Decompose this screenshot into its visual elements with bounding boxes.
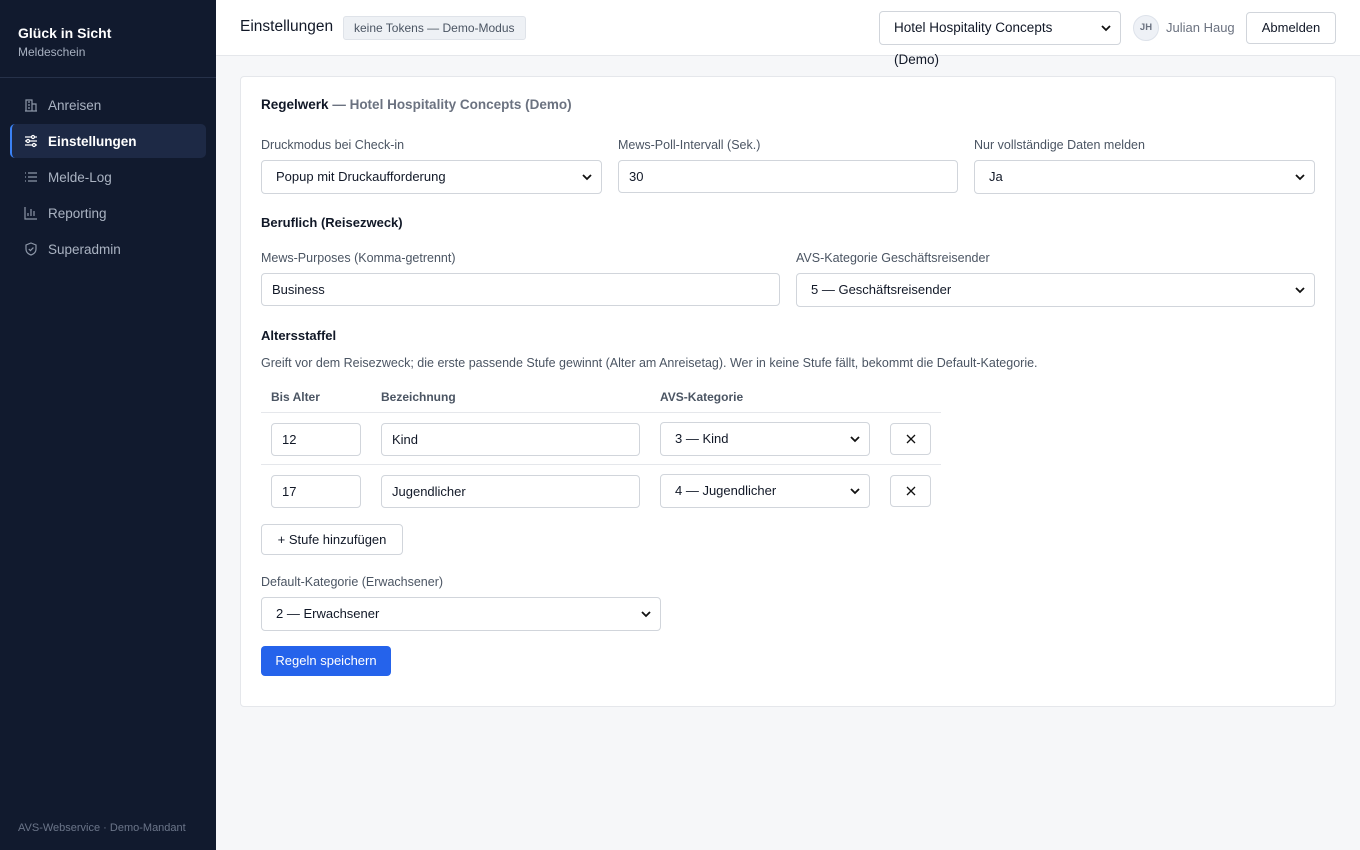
default-category-value: 2 — Erwachsener (276, 606, 380, 621)
sidebar-item-reporting[interactable]: Reporting (10, 196, 206, 230)
sidebar-item-melde-log[interactable]: Melde-Log (10, 160, 206, 194)
remove-row-button[interactable] (890, 423, 931, 455)
purposes-value: Business (272, 282, 325, 297)
age-input[interactable]: 12 (271, 423, 361, 456)
purposes-input[interactable]: Business (261, 273, 780, 306)
rules-card: Regelwerk — Hotel Hospitality Concepts (… (240, 76, 1336, 707)
poll-interval-input[interactable]: 30 (618, 160, 958, 193)
default-category-label: Default-Kategorie (Erwachsener) (261, 575, 444, 589)
column-header-age: Bis Alter (271, 390, 320, 404)
druckmodus-value: Popup mit Druckaufforderung (276, 169, 446, 184)
complete-data-label: Nur vollständige Daten melden (974, 138, 1145, 152)
user-name: Julian Haug (1166, 20, 1235, 35)
name-input[interactable]: Jugendlicher (381, 475, 640, 508)
poll-interval-label: Mews-Poll-Intervall (Sek.) (618, 138, 761, 152)
brand: Glück in Sicht Meldeschein (0, 0, 216, 78)
save-rules-button[interactable]: Regeln speichern (261, 646, 391, 676)
category-select[interactable]: 3 — Kind (660, 422, 870, 456)
sidebar-item-label: Einstellungen (48, 133, 137, 149)
column-header-name: Bezeichnung (381, 390, 456, 404)
brand-title: Glück in Sicht (18, 25, 112, 41)
purposes-label: Mews-Purposes (Komma-getrennt) (261, 251, 456, 265)
sidebar-item-superadmin[interactable]: Superadmin (10, 232, 206, 266)
sidebar-footer: AVS-Webservice · Demo-Mandant (18, 822, 186, 834)
table-divider (261, 412, 941, 413)
poll-interval-value: 30 (629, 169, 644, 184)
list-icon (24, 170, 38, 184)
bar-chart-icon (24, 206, 38, 220)
table-divider (261, 464, 941, 465)
top-header: Einstellungen keine Tokens — Demo-Modus … (216, 0, 1360, 67)
druckmodus-select[interactable]: Popup mit Druckaufforderung (261, 160, 602, 194)
brand-subtitle: Meldeschein (18, 45, 86, 59)
sidebar-item-label: Melde-Log (48, 169, 112, 185)
chevron-down-icon (1295, 287, 1305, 294)
altersstaffel-heading: Altersstaffel (261, 328, 337, 343)
add-tier-button[interactable]: + Stufe hinzufügen (261, 524, 403, 555)
chevron-down-icon (1295, 174, 1305, 181)
chevron-down-icon (850, 488, 860, 495)
shield-icon (24, 242, 38, 256)
business-category-select[interactable]: 5 — Geschäftsreisender (796, 273, 1315, 307)
chevron-down-icon (641, 611, 651, 618)
name-value: Jugendlicher (392, 484, 466, 499)
close-icon (906, 434, 915, 444)
sidebar-nav: Anreisen Einstellungen Melde-Log Reporti… (0, 78, 216, 266)
sidebar-item-label: Anreisen (48, 97, 102, 113)
age-value: 12 (282, 432, 297, 447)
avatar[interactable]: JH (1133, 15, 1159, 41)
sliders-icon (24, 134, 38, 148)
page-title: Einstellungen (240, 18, 334, 35)
sidebar-item-label: Superadmin (48, 241, 121, 257)
business-category-label: AVS-Kategorie Geschäftsreisender (796, 251, 990, 265)
tenant-select-value: Hotel Hospitality Concepts (Demo) (894, 20, 1053, 67)
close-icon (906, 486, 915, 496)
beruflich-heading: Beruflich (Reisezweck) (261, 215, 403, 230)
building-icon (24, 98, 38, 112)
tenant-select[interactable]: Hotel Hospitality Concepts (Demo) (879, 11, 1121, 67)
sidebar-item-einstellungen[interactable]: Einstellungen (10, 124, 206, 158)
default-category-select[interactable]: 2 — Erwachsener (261, 597, 661, 631)
sidebar: Glück in Sicht Meldeschein Anreisen Eins… (0, 0, 216, 850)
business-category-value: 5 — Geschäftsreisender (811, 282, 952, 297)
sidebar-item-anreisen[interactable]: Anreisen (10, 88, 206, 122)
complete-data-select[interactable]: Ja (974, 160, 1315, 194)
chevron-down-icon (850, 436, 860, 443)
card-title-suffix: — Hotel Hospitality Concepts (Demo) (332, 97, 572, 112)
age-value: 17 (282, 484, 297, 499)
category-value: 4 — Jugendlicher (675, 483, 777, 498)
remove-row-button[interactable] (890, 475, 931, 507)
demo-mode-badge: keine Tokens — Demo-Modus (343, 16, 526, 40)
age-input[interactable]: 17 (271, 475, 361, 508)
complete-data-value: Ja (989, 169, 1003, 184)
altersstaffel-help: Greift vor dem Reisezweck; die erste pas… (261, 356, 1038, 370)
chevron-down-icon (1101, 25, 1111, 32)
column-header-category: AVS-Kategorie (660, 390, 744, 404)
name-value: Kind (392, 432, 419, 447)
card-title: Regelwerk — Hotel Hospitality Concepts (… (261, 97, 572, 112)
category-select[interactable]: 4 — Jugendlicher (660, 474, 870, 508)
druckmodus-label: Druckmodus bei Check-in (261, 138, 405, 152)
sidebar-item-label: Reporting (48, 205, 107, 221)
logout-button[interactable]: Abmelden (1246, 12, 1336, 44)
chevron-down-icon (582, 174, 592, 181)
category-value: 3 — Kind (675, 431, 729, 446)
card-title-main: Regelwerk (261, 97, 329, 112)
name-input[interactable]: Kind (381, 423, 640, 456)
